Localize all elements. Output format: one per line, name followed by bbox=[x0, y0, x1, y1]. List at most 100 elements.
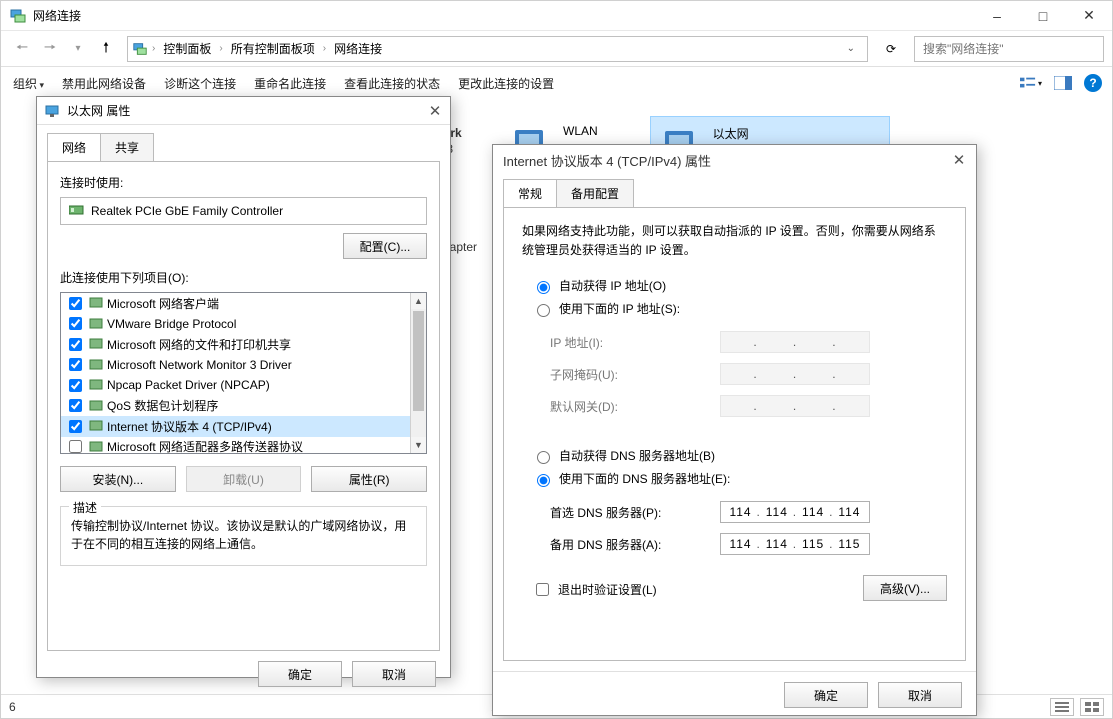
ip-manual-radio-row[interactable]: 使用下面的 IP 地址(S): bbox=[532, 297, 947, 320]
dialog-title: 以太网 属性 bbox=[67, 102, 130, 119]
ip-manual-label: 使用下面的 IP 地址(S): bbox=[559, 300, 680, 317]
tab-sharing[interactable]: 共享 bbox=[100, 133, 154, 161]
organize-menu[interactable]: 组织 bbox=[11, 71, 46, 96]
tab-general[interactable]: 常规 bbox=[503, 179, 557, 207]
protocol-checkbox[interactable] bbox=[69, 399, 82, 412]
tab-network[interactable]: 网络 bbox=[47, 133, 101, 161]
protocol-row[interactable]: Microsoft 网络的文件和打印机共享 bbox=[61, 334, 410, 355]
protocol-checkbox[interactable] bbox=[69, 358, 82, 371]
dns1-input[interactable]: 114.114.114.114 bbox=[720, 501, 870, 523]
protocol-name: VMware Bridge Protocol bbox=[107, 317, 236, 331]
protocol-checkbox[interactable] bbox=[69, 317, 82, 330]
install-button[interactable]: 安装(N)... bbox=[60, 466, 176, 492]
protocol-row[interactable]: VMware Bridge Protocol bbox=[61, 314, 410, 335]
change-settings-button[interactable]: 更改此连接的设置 bbox=[456, 71, 556, 96]
minimize-button[interactable]: – bbox=[974, 1, 1020, 31]
breadcrumb-item[interactable]: 控制面板 bbox=[159, 38, 215, 59]
uses-items-label: 此连接使用下列项目(O): bbox=[60, 269, 427, 286]
protocol-name: Internet 协议版本 4 (TCP/IPv4) bbox=[107, 418, 272, 435]
search-box[interactable] bbox=[914, 36, 1104, 62]
ipv4-properties-dialog: Internet 协议版本 4 (TCP/IPv4) 属性 ✕ 常规 备用配置 … bbox=[492, 144, 977, 716]
dialog-titlebar: 以太网 属性 bbox=[37, 97, 450, 125]
validate-label: 退出时验证设置(L) bbox=[558, 581, 657, 598]
maximize-button[interactable]: □ bbox=[1020, 1, 1066, 31]
close-button[interactable]: ✕ bbox=[1066, 1, 1112, 31]
network-connections-icon bbox=[9, 7, 27, 25]
diagnose-button[interactable]: 诊断这个连接 bbox=[162, 71, 238, 96]
scroll-up-icon[interactable]: ▲ bbox=[411, 293, 426, 309]
protocol-row[interactable]: Internet 协议版本 4 (TCP/IPv4) bbox=[61, 416, 410, 437]
dns-auto-radio[interactable] bbox=[537, 451, 550, 464]
cancel-button[interactable]: 取消 bbox=[878, 682, 962, 708]
uninstall-button: 卸载(U) bbox=[186, 466, 302, 492]
dns-manual-label: 使用下面的 DNS 服务器地址(E): bbox=[559, 470, 730, 487]
configure-button[interactable]: 配置(C)... bbox=[343, 233, 427, 259]
large-icons-view-icon[interactable] bbox=[1080, 698, 1104, 716]
tab-alternate[interactable]: 备用配置 bbox=[556, 179, 634, 207]
validate-checkbox[interactable] bbox=[536, 583, 549, 596]
address-bar: 🠔 🠖 ▾ 🠕 › 控制面板 › 所有控制面板项 › 网络连接 ⌄ ⟳ bbox=[1, 31, 1112, 67]
up-button[interactable]: 🠕 bbox=[93, 36, 119, 62]
chevron-right-icon: › bbox=[217, 43, 224, 54]
protocol-checkbox[interactable] bbox=[69, 297, 82, 310]
protocol-checkbox[interactable] bbox=[69, 338, 82, 351]
rename-button[interactable]: 重命名此连接 bbox=[252, 71, 328, 96]
dns-manual-radio[interactable] bbox=[537, 474, 550, 487]
dns1-label: 首选 DNS 服务器(P): bbox=[550, 504, 720, 521]
view-options-icon[interactable]: ▾ bbox=[1020, 72, 1042, 94]
ip-address-input: ... bbox=[720, 331, 870, 353]
view-status-button[interactable]: 查看此连接的状态 bbox=[342, 71, 442, 96]
advanced-button[interactable]: 高级(V)... bbox=[863, 575, 947, 601]
explorer-titlebar: 网络连接 – □ ✕ bbox=[1, 1, 1112, 31]
item-name: 以太网 bbox=[713, 125, 773, 142]
breadcrumb[interactable]: › 控制面板 › 所有控制面板项 › 网络连接 ⌄ bbox=[127, 36, 868, 62]
protocol-checkbox[interactable] bbox=[69, 440, 82, 453]
preview-pane-icon[interactable] bbox=[1052, 72, 1074, 94]
subnet-mask-label: 子网掩码(U): bbox=[550, 366, 720, 383]
ip-auto-radio-row[interactable]: 自动获得 IP 地址(O) bbox=[532, 274, 947, 297]
ip-manual-radio[interactable] bbox=[537, 304, 550, 317]
connect-using-label: 连接时使用: bbox=[60, 174, 427, 191]
dns2-input[interactable]: 114.114.115.115 bbox=[720, 533, 870, 555]
ok-button[interactable]: 确定 bbox=[784, 682, 868, 708]
close-icon[interactable]: ✕ bbox=[424, 100, 446, 122]
back-button[interactable]: 🠔 bbox=[9, 36, 35, 62]
protocol-row[interactable]: Npcap Packet Driver (NPCAP) bbox=[61, 375, 410, 396]
properties-button[interactable]: 属性(R) bbox=[311, 466, 427, 492]
search-input[interactable] bbox=[921, 41, 1097, 57]
breadcrumb-item[interactable]: 所有控制面板项 bbox=[227, 38, 319, 59]
breadcrumb-item[interactable]: 网络连接 bbox=[330, 38, 386, 59]
dns-manual-radio-row[interactable]: 使用下面的 DNS 服务器地址(E): bbox=[532, 467, 947, 490]
protocol-row[interactable]: Microsoft 网络客户端 bbox=[61, 293, 410, 314]
protocol-name: Microsoft Network Monitor 3 Driver bbox=[107, 358, 292, 372]
protocol-checkbox[interactable] bbox=[69, 379, 82, 392]
scroll-down-icon[interactable]: ▼ bbox=[411, 437, 426, 453]
forward-button[interactable]: 🠖 bbox=[37, 36, 63, 62]
refresh-button[interactable]: ⟳ bbox=[876, 36, 906, 62]
protocol-icon bbox=[89, 317, 103, 331]
protocol-row[interactable]: Microsoft 网络适配器多路传送器协议 bbox=[61, 437, 410, 454]
scrollbar[interactable]: ▲ ▼ bbox=[410, 293, 426, 453]
protocol-row[interactable]: QoS 数据包计划程序 bbox=[61, 396, 410, 417]
breadcrumb-dropdown-icon[interactable]: ⌄ bbox=[839, 43, 863, 54]
scroll-thumb[interactable] bbox=[413, 311, 424, 411]
subnet-mask-input: ... bbox=[720, 363, 870, 385]
dns-auto-radio-row[interactable]: 自动获得 DNS 服务器地址(B) bbox=[532, 444, 947, 467]
cancel-button[interactable]: 取消 bbox=[352, 661, 436, 687]
protocol-name: Microsoft 网络适配器多路传送器协议 bbox=[107, 438, 303, 453]
disable-device-button[interactable]: 禁用此网络设备 bbox=[60, 71, 148, 96]
protocol-checkbox[interactable] bbox=[69, 420, 82, 433]
nic-icon bbox=[69, 204, 85, 218]
dns2-label: 备用 DNS 服务器(A): bbox=[550, 536, 720, 553]
ok-button[interactable]: 确定 bbox=[258, 661, 342, 687]
ip-auto-radio[interactable] bbox=[537, 281, 550, 294]
help-icon[interactable]: ? bbox=[1084, 74, 1102, 92]
recent-locations-button[interactable]: ▾ bbox=[65, 36, 91, 62]
details-view-icon[interactable] bbox=[1050, 698, 1074, 716]
protocol-row[interactable]: Microsoft Network Monitor 3 Driver bbox=[61, 355, 410, 376]
dialog-buttons: 确定 取消 bbox=[37, 651, 450, 697]
protocol-list[interactable]: Microsoft 网络客户端 VMware Bridge Protocol Mic… bbox=[60, 292, 427, 454]
command-bar: 组织 禁用此网络设备 诊断这个连接 重命名此连接 查看此连接的状态 更改此连接的… bbox=[1, 67, 1112, 99]
dialog-buttons: 确定 取消 bbox=[493, 671, 976, 718]
close-icon[interactable]: ✕ bbox=[948, 149, 970, 171]
